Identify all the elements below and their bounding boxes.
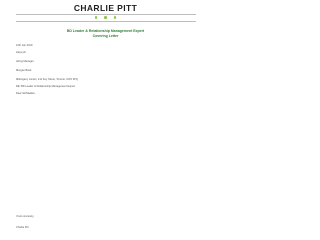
recipient-to: Hays plc — [16, 51, 26, 54]
body-paragraph — [16, 117, 197, 153]
applicant-name: CHARLIE PITT — [73, 3, 138, 13]
location-icon — [113, 16, 117, 19]
contact-location — [113, 16, 118, 19]
contact-email — [104, 16, 108, 19]
body-paragraph — [16, 183, 197, 198]
letter-title: Covering Letter — [92, 34, 119, 38]
letter-subject: RE: BD Leader & Relationship Management … — [16, 85, 75, 88]
body-paragraph — [16, 98, 197, 113]
letter-date: 10th Jan 2019 — [16, 44, 33, 47]
cover-letter-page: CHARLIE PITT BD Leader & Relationship Ma… — [0, 0, 211, 239]
letter-greeting: Dear Sir/Madam, — [16, 92, 36, 95]
body-paragraph — [16, 157, 197, 179]
recipient-role: Hiring Manager — [16, 60, 34, 63]
job-title: BD Leader & Relationship Management Expe… — [66, 29, 145, 33]
letter-closing: Yours sincerely, — [16, 215, 35, 218]
contact-bar — [16, 13, 196, 22]
recipient-address: Mahogany Center, 211 Key Street, Toronto… — [16, 78, 78, 81]
email-icon — [104, 16, 107, 19]
letter-signature: Charlie Pitt — [16, 226, 29, 229]
contact-phone — [94, 16, 99, 19]
recipient-company: Morgan Bank — [16, 69, 32, 72]
phone-icon — [94, 16, 98, 19]
